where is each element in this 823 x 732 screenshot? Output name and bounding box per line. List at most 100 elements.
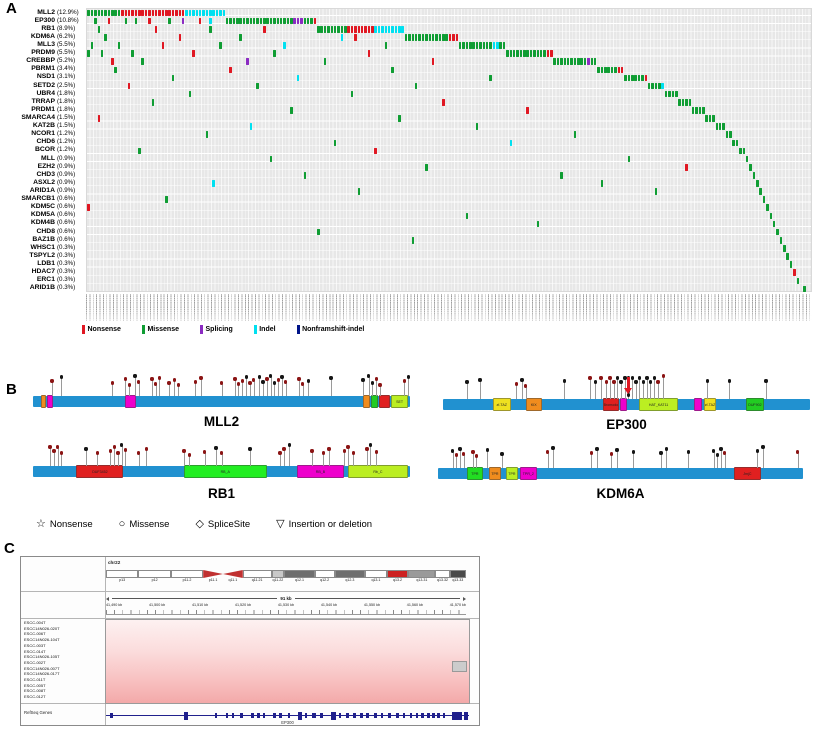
- lollipop-dot: [475, 454, 478, 457]
- lollipop-dot: [375, 377, 378, 380]
- lollipop-stick: [184, 452, 185, 466]
- mutation-mark: [425, 164, 428, 171]
- mutation-mark: [702, 107, 705, 114]
- lollipop-dot: [458, 447, 461, 450]
- mutation-mark: [87, 50, 90, 57]
- lollipop-stick: [54, 452, 55, 466]
- ideogram-band: q13.2: [387, 570, 409, 584]
- protein-domain: HAT_KAT11: [639, 398, 678, 411]
- gene-exon: [374, 713, 377, 719]
- lollipop-stick: [617, 451, 618, 468]
- legend-swatch: [142, 325, 145, 334]
- mutation-mark: [98, 26, 101, 33]
- mutation-mark: [320, 26, 323, 33]
- lollipop-stick: [639, 379, 640, 399]
- legend-item: Nonframshift-indel: [297, 325, 365, 334]
- mutation-mark: [574, 131, 577, 138]
- lollipop-stick: [707, 382, 708, 399]
- lollipop-dot: [124, 377, 127, 380]
- lollipop-stick: [595, 383, 596, 399]
- lollipop-dot: [277, 378, 280, 381]
- lollipop-stick: [601, 379, 602, 399]
- protein-domain: [371, 395, 378, 408]
- mutation-mark: [533, 50, 536, 57]
- lollipop-stick: [118, 454, 119, 466]
- gene-name: KDM5A: [31, 211, 55, 218]
- gene-row-label: KDM6A(6.2%): [0, 32, 84, 40]
- protein-domain: Bromodomain: [603, 398, 620, 411]
- mutation-mark: [709, 115, 712, 122]
- gene-row-label: WHSC1(0.3%): [0, 243, 84, 251]
- mutation-mark: [297, 18, 300, 25]
- sample-label: ESCC-012T: [22, 694, 104, 700]
- mutation-mark: [682, 99, 685, 106]
- mutation-mark: [489, 42, 492, 49]
- gene-exon: [240, 713, 243, 719]
- mutation-mark: [439, 34, 442, 41]
- band-fill: [284, 570, 315, 578]
- mutation-mark: [270, 156, 273, 163]
- gene-row-label: MLL3(5.5%): [0, 40, 84, 48]
- lollipop-dot: [524, 384, 527, 387]
- gene-frequency: (0.3%): [57, 284, 84, 291]
- mutation-mark: [304, 172, 307, 179]
- gene-exon: [452, 712, 462, 720]
- mutation-mark: [131, 50, 134, 57]
- mutation-mark: [114, 10, 117, 17]
- lollipop-dot: [486, 448, 489, 451]
- gene-frequency: (3.1%): [57, 73, 84, 80]
- gene-name: EP300: [35, 17, 55, 24]
- ideogram-band: q12.2: [315, 570, 335, 584]
- mutation-mark: [564, 58, 567, 65]
- lollipop-dot: [665, 447, 668, 450]
- scroll-thumb[interactable]: [452, 661, 467, 672]
- lollipop-dot: [616, 376, 619, 379]
- lollipop-stick: [467, 383, 468, 399]
- oncoprint-legend: NonsenseMissenseSplicingIndelNonframshif…: [82, 325, 364, 334]
- legend-label: Nonsense: [88, 326, 121, 333]
- lollipop-stick: [632, 379, 633, 399]
- mutation-mark: [560, 172, 563, 179]
- mutation-mark: [726, 131, 729, 138]
- legend-item: Splicing: [200, 325, 233, 334]
- mutation-mark: [648, 83, 651, 90]
- band-label: p11.1: [203, 578, 223, 584]
- gene-frequency: (0.9%): [57, 155, 84, 162]
- mutation-mark: [358, 26, 361, 33]
- band-label: q11.21: [243, 578, 272, 584]
- mutation-mark: [388, 26, 391, 33]
- coverage-track-area: [106, 620, 469, 703]
- gene-name: EZH2: [38, 163, 55, 170]
- band-label: q13.1: [365, 578, 387, 584]
- lollipop-dot: [619, 380, 622, 383]
- mutation-mark: [128, 10, 131, 17]
- mutation-mark: [591, 58, 594, 65]
- mutation-mark: [432, 34, 435, 41]
- mutation-mark: [466, 42, 469, 49]
- mutation-mark: [334, 140, 337, 147]
- mutation-mark: [523, 50, 526, 57]
- lollipop-stick: [129, 386, 130, 396]
- mutation-mark: [168, 10, 171, 17]
- mutation-mark: [391, 26, 394, 33]
- legend-label: Missense: [129, 519, 169, 530]
- lollipop-dot: [403, 379, 406, 382]
- lollipop-dot: [307, 379, 310, 382]
- mutation-mark: [331, 26, 334, 33]
- gene-name: MLL: [41, 155, 55, 162]
- mutation-mark: [148, 18, 151, 25]
- mutation-mark: [341, 26, 344, 33]
- mutation-mark: [104, 34, 107, 41]
- gene-exon: [251, 713, 254, 719]
- mutation-mark: [118, 42, 121, 49]
- lollipop-stick: [456, 456, 457, 468]
- gene-name: MLL3: [37, 41, 55, 48]
- gene-exon: [279, 713, 282, 719]
- gene-name: CREBBP: [26, 57, 55, 64]
- mutation-mark: [641, 75, 644, 82]
- mutation-mark: [273, 18, 276, 25]
- gene-exon: [312, 713, 316, 719]
- lollipop-stick: [714, 452, 715, 468]
- lollipop-stick: [201, 379, 202, 396]
- lollipop-dot: [615, 448, 618, 451]
